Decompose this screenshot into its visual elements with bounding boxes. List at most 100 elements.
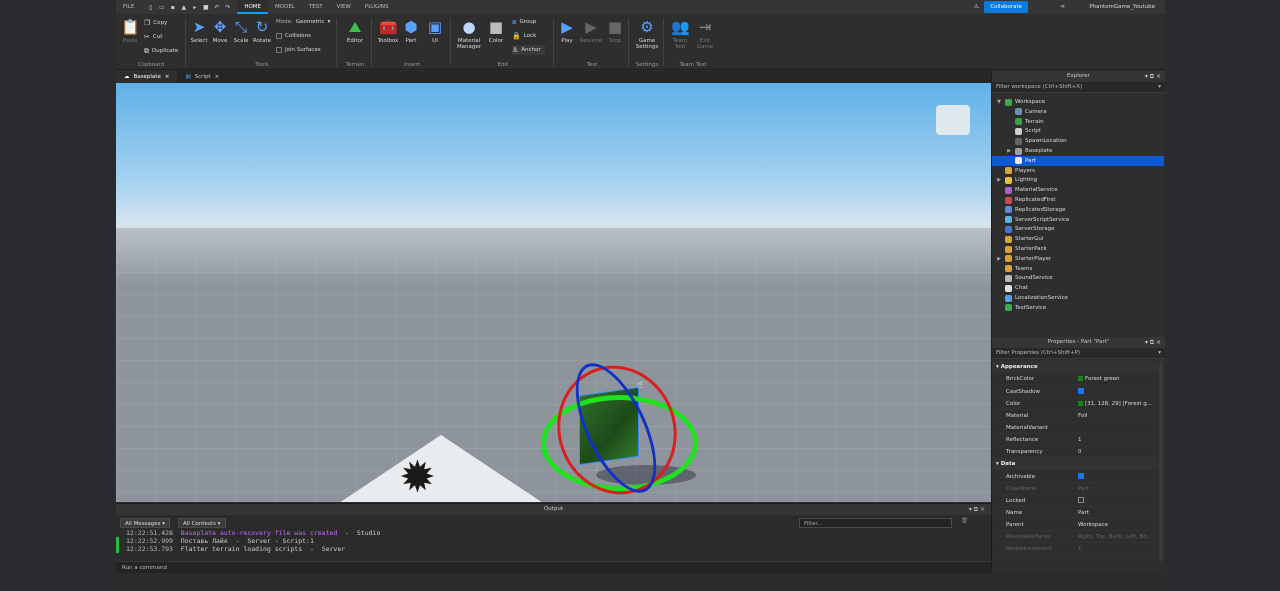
property-value[interactable]: Part bbox=[1078, 483, 1089, 495]
tree-item-workspace[interactable]: ▼ Workspace bbox=[992, 97, 1164, 107]
property-checkbox[interactable] bbox=[1078, 497, 1084, 504]
section-data[interactable]: ▾ Data bbox=[992, 458, 1158, 471]
collisions-toggle[interactable]: Collisions bbox=[276, 31, 311, 41]
tab-test[interactable]: TEST bbox=[302, 0, 330, 14]
property-row-transparency[interactable]: Transparency 0 bbox=[992, 446, 1158, 458]
play-button[interactable]: ▶ Play bbox=[555, 18, 579, 44]
copy-button[interactable]: ❐ Copy bbox=[144, 18, 167, 28]
3d-viewport[interactable]: ✹ ☝ bbox=[116, 83, 991, 502]
open-icon[interactable]: ▭ bbox=[158, 4, 165, 11]
property-row-classname[interactable]: ClassName Part bbox=[992, 483, 1158, 495]
tree-item-terrain[interactable]: Terrain bbox=[992, 117, 1164, 127]
property-row-brickcolor[interactable]: BrickColor Forest green bbox=[992, 373, 1158, 386]
tree-item-starterpack[interactable]: StarterPack bbox=[992, 244, 1164, 254]
cut-button[interactable]: ✂ Cut bbox=[144, 32, 162, 42]
panel-controls[interactable]: ▾ ⧉ × bbox=[1145, 71, 1161, 82]
all-contexts-dropdown[interactable]: All Contexts ▾ bbox=[178, 518, 226, 528]
property-value[interactable] bbox=[1078, 386, 1084, 398]
tree-item-serverstorage[interactable]: ServerStorage bbox=[992, 224, 1164, 234]
share-icon[interactable]: ⋖ bbox=[1060, 0, 1065, 14]
command-bar[interactable]: Run a command bbox=[116, 561, 991, 573]
tree-item-script[interactable]: Script bbox=[992, 126, 1164, 136]
tree-item-starterplayer[interactable]: ▶ StarterPlayer bbox=[992, 254, 1164, 264]
tree-item-localizationservice[interactable]: LocalizationService bbox=[992, 293, 1164, 303]
file-menu[interactable]: FILE bbox=[116, 0, 141, 14]
tree-item-replicatedfirst[interactable]: ReplicatedFirst bbox=[992, 195, 1164, 205]
view-cube[interactable] bbox=[936, 105, 970, 135]
panel-controls[interactable]: ▾ ⧉ × bbox=[1145, 337, 1161, 348]
exit-game-button[interactable]: ⇥ Exit Game bbox=[693, 18, 717, 50]
tree-item-testservice[interactable]: TestService bbox=[992, 303, 1164, 313]
section-appearance[interactable]: ▾ Appearance bbox=[992, 361, 1158, 373]
chevron-down-icon[interactable]: ▾ bbox=[1158, 348, 1161, 359]
expand-arrow-icon[interactable]: ▶ bbox=[996, 254, 1002, 264]
tree-item-part[interactable]: Part bbox=[992, 155, 1164, 166]
property-checkbox[interactable] bbox=[1078, 388, 1084, 394]
resume-button[interactable]: ▶ Resume bbox=[579, 18, 603, 44]
undo-icon[interactable]: ↶ bbox=[213, 4, 220, 11]
redo-icon[interactable]: ↷ bbox=[224, 4, 231, 11]
property-value[interactable]: Foil bbox=[1078, 410, 1087, 422]
properties-scrollbar[interactable] bbox=[1159, 361, 1163, 561]
property-value[interactable]: Workspace bbox=[1078, 519, 1108, 531]
properties-filter-input[interactable]: Filter Properties (Ctrl+Shift+P) ▾ bbox=[992, 348, 1165, 359]
property-value[interactable]: Forest green bbox=[1078, 373, 1120, 385]
property-value[interactable] bbox=[1078, 495, 1084, 507]
property-row-parent[interactable]: Parent Workspace bbox=[992, 519, 1158, 531]
join-surfaces-toggle[interactable]: Join Surfaces bbox=[276, 45, 321, 55]
material-manager-button[interactable]: ● Material Manager bbox=[455, 18, 483, 50]
property-row-locked[interactable]: Locked bbox=[992, 495, 1158, 507]
team-test-button[interactable]: 👥 Team Test bbox=[668, 18, 692, 50]
lock-button[interactable]: 🔒 Lock bbox=[512, 31, 536, 41]
tree-item-replicatedstorage[interactable]: ReplicatedStorage bbox=[992, 205, 1164, 215]
expand-arrow-icon[interactable]: ▼ bbox=[996, 97, 1002, 107]
toolbox-button[interactable]: 🧰 Toolbox bbox=[376, 18, 400, 44]
tree-item-serverscriptservice[interactable]: ServerScriptService bbox=[992, 215, 1164, 225]
collisions-checkbox[interactable] bbox=[276, 33, 282, 39]
tree-item-startergui[interactable]: StarterGui bbox=[992, 234, 1164, 244]
new-file-icon[interactable]: ▯ bbox=[147, 4, 154, 11]
tab-baseplate[interactable]: ☁ Baseplate × bbox=[116, 71, 178, 83]
close-icon[interactable]: × bbox=[215, 71, 220, 83]
property-value[interactable]: 1 bbox=[1078, 543, 1082, 555]
expand-arrow-icon[interactable]: ▶ bbox=[996, 175, 1002, 185]
part-button[interactable]: ⬢ Part bbox=[399, 18, 423, 44]
property-row-name[interactable]: Name Part bbox=[992, 507, 1158, 519]
ui-button[interactable]: ▣ UI bbox=[423, 18, 447, 44]
publish-icon[interactable]: ▲ bbox=[180, 4, 187, 11]
property-value[interactable]: 0 bbox=[1078, 446, 1082, 458]
property-row-color[interactable]: Color [31, 128, 29] [Forest g... bbox=[992, 398, 1158, 410]
tree-item-players[interactable]: Players bbox=[992, 166, 1164, 176]
tree-item-camera[interactable]: Camera bbox=[992, 107, 1164, 117]
property-row-castshadow[interactable]: CastShadow bbox=[992, 386, 1158, 398]
game-settings-button[interactable]: ⚙ Game Settings bbox=[635, 18, 659, 50]
property-checkbox[interactable] bbox=[1078, 473, 1084, 479]
mode-dropdown[interactable]: Mode: Geometric ▾ bbox=[276, 17, 330, 27]
username[interactable]: PhantomGame_Youtube bbox=[1089, 0, 1155, 14]
help-icon[interactable]: ⚠ bbox=[974, 0, 979, 14]
property-value[interactable] bbox=[1078, 471, 1084, 483]
tree-item-chat[interactable]: Chat bbox=[992, 283, 1164, 293]
tab-home[interactable]: HOME bbox=[237, 0, 269, 14]
stop-small-icon[interactable]: ■ bbox=[202, 4, 209, 11]
stop-button[interactable]: ■ Stop bbox=[603, 18, 627, 44]
property-value[interactable]: [31, 128, 29] [Forest g... bbox=[1078, 398, 1152, 410]
tree-item-soundservice[interactable]: SoundService bbox=[992, 273, 1164, 283]
property-row-materialvariant[interactable]: MaterialVariant bbox=[992, 422, 1158, 434]
property-value[interactable]: Part bbox=[1078, 507, 1089, 519]
tab-model[interactable]: MODEL bbox=[268, 0, 302, 14]
expand-arrow-icon[interactable]: ▶ bbox=[1006, 146, 1012, 156]
paste-button[interactable]: 📋 Paste bbox=[118, 18, 142, 44]
tree-item-materialservice[interactable]: MaterialService bbox=[992, 185, 1164, 195]
play-small-icon[interactable]: ▸ bbox=[191, 4, 198, 11]
anchor-button[interactable]: ⚓ Anchor bbox=[512, 45, 545, 55]
property-row-resizeincrement[interactable]: ResizeIncrement 1 bbox=[992, 543, 1158, 556]
group-button[interactable]: ⧈ Group bbox=[512, 17, 536, 27]
tab-script[interactable]: ▤ Script × bbox=[177, 71, 227, 83]
tab-plugins[interactable]: PLUGINS bbox=[358, 0, 396, 14]
color-button[interactable]: ■ Color bbox=[484, 18, 508, 44]
collaborate-button[interactable]: Collaborate bbox=[984, 1, 1028, 13]
property-value[interactable]: 1 bbox=[1078, 434, 1082, 446]
explorer-filter-input[interactable]: Filter workspace (Ctrl+Shift+X) ▾ bbox=[992, 82, 1165, 93]
all-messages-dropdown[interactable]: All Messages ▾ bbox=[120, 518, 171, 528]
